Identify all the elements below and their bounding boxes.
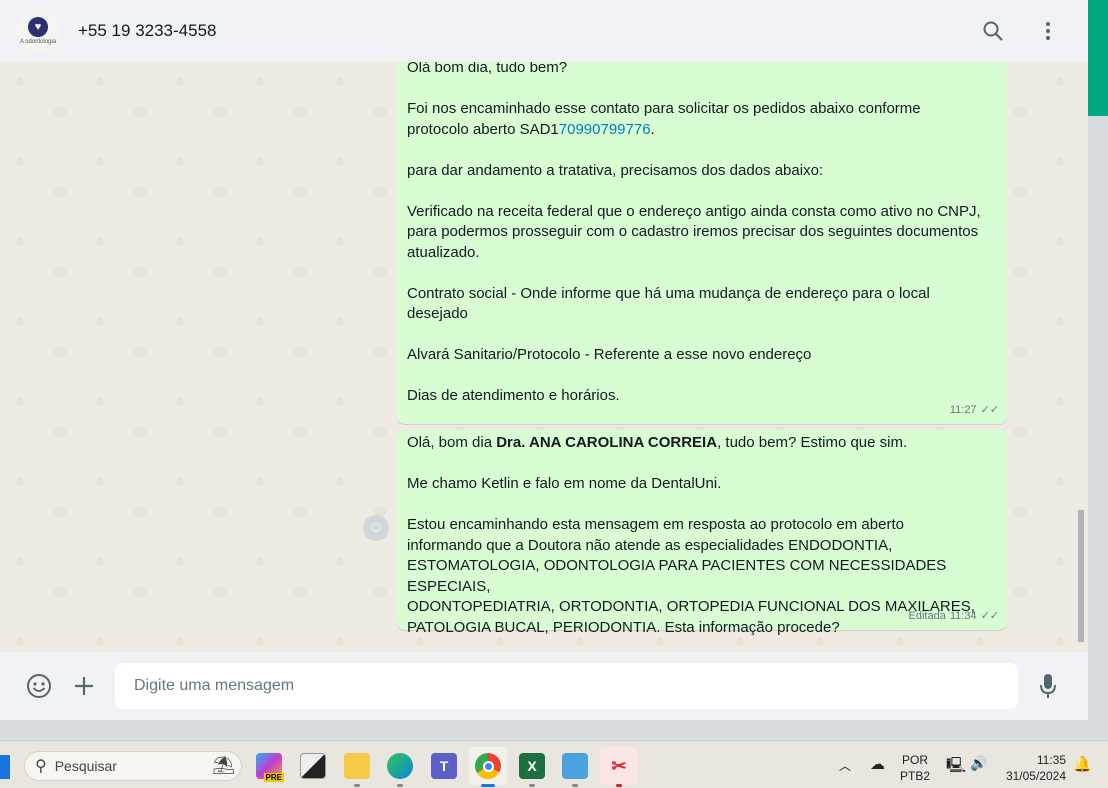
message-line: para podermos prosseguir com o cadastro …: [407, 223, 979, 240]
search-placeholder: Pesquisar: [54, 758, 117, 774]
search-icon[interactable]: [978, 16, 1008, 46]
contact-name[interactable]: +55 19 3233-4558: [78, 21, 217, 41]
whatsapp-window: ♥ A odontologia +55 19 3233-4558 Olá bom …: [0, 0, 1088, 720]
edge-icon[interactable]: [381, 747, 419, 787]
task-view-icon[interactable]: [294, 747, 332, 785]
language: POR: [902, 753, 929, 767]
time: 11:35: [1036, 753, 1066, 767]
clock[interactable]: 11:35 31/05/2024: [1002, 752, 1066, 784]
snipping-tool-icon[interactable]: ✂: [600, 747, 638, 787]
attach-plus-icon[interactable]: [68, 670, 100, 702]
volume-icon[interactable]: 🔊: [970, 755, 987, 772]
message-time: 11:34: [949, 609, 977, 622]
double-check-icon: ✓✓: [980, 403, 999, 416]
search-icon: ⚲: [35, 758, 47, 775]
message-line: informando que a Doutora não atende as e…: [407, 536, 893, 554]
chrome-icon[interactable]: [469, 747, 507, 787]
copilot-icon[interactable]: PRE: [250, 747, 288, 785]
message-line: Contrato social - Onde informe que há um…: [407, 284, 930, 302]
message-line: Me chamo Ketlin e falo em nome da Dental…: [407, 475, 722, 492]
show-hidden-icons[interactable]: ︿: [839, 757, 851, 774]
composer: [0, 652, 1088, 720]
message-line: desejado: [407, 305, 468, 322]
emoji-icon[interactable]: [23, 670, 55, 702]
network-icon[interactable]: 🖳: [946, 755, 966, 780]
phone-link[interactable]: 70990799776: [559, 121, 651, 138]
message-meta: Editada 11:34 ✓✓: [909, 606, 999, 627]
message-line: Dias de atendimento e horários.: [407, 387, 620, 404]
message-line: Alvará Sanitario/Protocolo - Referente a…: [407, 346, 812, 363]
message-bubble-outgoing[interactable]: Olá, bom dia Dra. ANA CAROLINA CORREIA, …: [397, 430, 1007, 636]
notification-bell-icon[interactable]: 🔔: [1073, 755, 1092, 773]
teams-icon[interactable]: T: [425, 747, 463, 785]
chat-scrollbar[interactable]: [1078, 510, 1084, 642]
language-indicator[interactable]: POR PTB2: [900, 752, 930, 784]
taskbar: ⚲ Pesquisar ⛱ PRE T X ✂ ︿ ☁ POR PTB2 🖳 🔊 11…: [0, 740, 1108, 788]
message-line: Estou encaminhando esta mensagem em resp…: [407, 516, 904, 533]
message-line: Verificado na receita federal que o ende…: [407, 202, 981, 220]
menu-icon[interactable]: [1033, 16, 1063, 46]
message-line: atualizado.: [407, 243, 480, 261]
recipient-name: Dra. ANA CAROLINA CORREIA: [496, 434, 718, 451]
message-line: Olá, bom dia: [407, 434, 497, 451]
notepad-icon[interactable]: [556, 747, 594, 787]
edited-label: Editada: [908, 609, 946, 622]
browser-scroll-thumb[interactable]: [1088, 0, 1108, 116]
beach-umbrella-icon: ⛱: [212, 755, 235, 775]
browser-scrollbar[interactable]: [1088, 0, 1108, 720]
avatar-logo-text: A odontologia: [19, 39, 57, 45]
contact-avatar[interactable]: ♥ A odontologia: [16, 9, 60, 53]
microphone-icon[interactable]: [1032, 670, 1064, 702]
window-gap: [0, 720, 1108, 740]
tooth-icon: ♥: [28, 17, 48, 37]
message-line: Foi nos encaminhado esse contato para so…: [407, 100, 921, 117]
message-line: para dar andamento a tratativa, precisam…: [407, 161, 824, 179]
double-check-icon: ✓✓: [980, 609, 999, 622]
message-list: Olá bom dia, tudo bem? Foi nos encaminha…: [0, 58, 1088, 652]
excel-icon[interactable]: X: [513, 747, 551, 787]
emoji-reaction-icon[interactable]: ☺: [363, 515, 389, 541]
date: 31/05/2024: [1005, 769, 1066, 783]
message-line: .: [650, 120, 655, 138]
message-line: ESTOMATOLOGIA, ODONTOLOGIA PARA PACIENTE…: [407, 557, 947, 595]
message-line: , tudo bem? Estimo que sim.: [717, 434, 908, 451]
taskbar-search[interactable]: ⚲ Pesquisar ⛱: [24, 751, 242, 781]
onedrive-offline-icon[interactable]: ☁: [870, 755, 885, 773]
keyboard-layout: PTB2: [900, 769, 931, 783]
pre-badge: PRE: [263, 773, 284, 782]
chat-header: ♥ A odontologia +55 19 3233-4558: [0, 0, 1088, 62]
message-bubble-outgoing[interactable]: Olá bom dia, tudo bem? Foi nos encaminha…: [397, 58, 1007, 424]
message-meta: 11:27 ✓✓: [950, 400, 999, 421]
start-button[interactable]: [0, 755, 10, 779]
file-explorer-icon[interactable]: [338, 747, 376, 787]
message-time: 11:27: [949, 403, 977, 416]
message-line: protocolo aberto SAD1: [407, 120, 559, 138]
message-input[interactable]: [115, 663, 1018, 709]
